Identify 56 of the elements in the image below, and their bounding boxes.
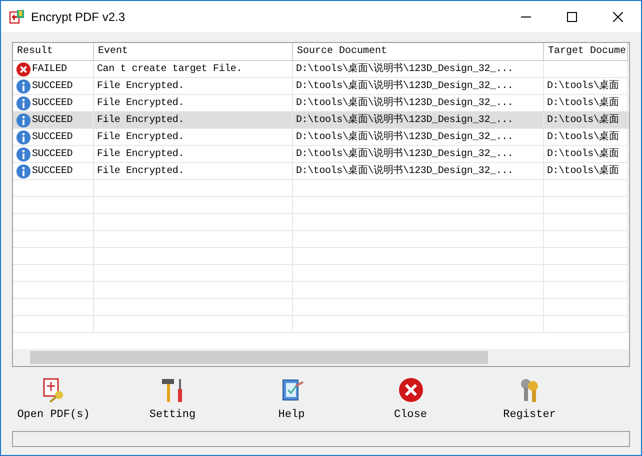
toolbar-button[interactable]: Open PDF(s) — [6, 372, 101, 428]
column-header[interactable]: Event — [94, 43, 293, 61]
table-cell: D:\tools\桌面\说明书\123D_Design_32_... — [296, 62, 514, 76]
table-cell-text: File Encrypted. — [97, 96, 184, 110]
table-row[interactable]: FAILED Can t create target File. D:\tools\桌面\说明书\123D_Design_32_... — [13, 61, 629, 78]
table-cell-text: File Encrypted. — [97, 164, 184, 178]
table-cell: D:\tools\桌面\说明书\123D_Design_32_... — [296, 78, 514, 94]
table-row[interactable]: SUCCEED File Encrypted. D:\tools\桌面\说明书\123D_Design_32_... D:\tools\桌面 — [13, 129, 629, 146]
column-header[interactable]: Target Docume — [544, 43, 628, 61]
table-cell: D:\tools\桌面\说明书\123D_Design_32_... — [296, 164, 514, 178]
table-row[interactable]: SUCCEED File Encrypted. D:\tools\桌面\说明书\123D_Design_32_... D:\tools\桌面 — [13, 112, 629, 129]
table-cell: D:\tools\桌面 — [547, 78, 619, 94]
scrollbar-thumb[interactable] — [30, 351, 488, 364]
close-icon — [613, 12, 623, 22]
table-row[interactable]: SUCCEED File Encrypted. D:\tools\桌面\说明书\123D_Design_32_... D:\tools\桌面 — [13, 146, 629, 163]
info-icon — [16, 78, 31, 94]
info-icon — [16, 146, 31, 162]
table-cell-text: File Encrypted. — [97, 130, 184, 144]
toolbar-button[interactable]: Register — [482, 372, 577, 428]
table-cell-text: SUCCEED — [32, 96, 73, 110]
window-title: Encrypt PDF v2.3 — [31, 8, 126, 26]
column-header[interactable]: Result — [13, 43, 94, 61]
table-cell: D:\tools\桌面\说明书\123D_Design_32_... — [296, 96, 514, 110]
close-icon — [396, 376, 424, 404]
table-cell-text: File Encrypted. — [97, 114, 184, 128]
table-cell-text: SUCCEED — [32, 80, 73, 94]
maximize-icon — [567, 12, 577, 22]
column-header[interactable]: Source Document — [293, 43, 544, 61]
table-cell-text: SUCCEED — [32, 148, 73, 162]
toolbar-button[interactable]: Close — [363, 372, 458, 428]
table-cell-text: File Encrypted. — [97, 148, 184, 162]
table-cell: D:\tools\桌面 — [547, 164, 619, 178]
table-cell-text: Can t create target File. — [97, 62, 242, 76]
error-icon — [16, 62, 31, 76]
table-cell: D:\tools\桌面\说明书\123D_Design_32_... — [296, 112, 514, 128]
table-row[interactable]: SUCCEED File Encrypted. D:\tools\桌面\说明书\123D_Design_32_... D:\tools\桌面 — [13, 78, 629, 95]
table-cell: D:\tools\桌面 — [547, 112, 619, 128]
table-cell-text: SUCCEED — [32, 130, 73, 144]
info-icon — [16, 112, 31, 128]
toolbar-button[interactable]: Help — [244, 372, 339, 428]
table-cell: D:\tools\桌面 — [547, 146, 619, 162]
table-cell: D:\tools\桌面 — [547, 130, 619, 144]
info-icon — [16, 96, 31, 110]
table-row[interactable]: SUCCEED File Encrypted. D:\tools\桌面\说明书\123D_Design_32_... D:\tools\桌面 — [13, 163, 629, 180]
table-cell-text: FAILED — [32, 62, 67, 76]
table-row[interactable]: SUCCEED File Encrypted. D:\tools\桌面\说明书\123D_Design_32_... D:\tools\桌面 — [13, 95, 629, 112]
table-cell: D:\tools\桌面 — [547, 96, 619, 110]
table-cell-text: SUCCEED — [32, 114, 73, 128]
info-icon — [16, 130, 31, 144]
table-cell: D:\tools\桌面\说明书\123D_Design_32_... — [296, 130, 514, 144]
table-cell-text: File Encrypted. — [97, 80, 184, 94]
app-icon — [9, 8, 25, 24]
table-cell: D:\tools\桌面\说明书\123D_Design_32_... — [296, 146, 514, 162]
toolbar-button[interactable]: Setting — [125, 372, 220, 428]
table-cell-text: SUCCEED — [32, 164, 73, 178]
horizontal-scrollbar[interactable] — [13, 349, 629, 366]
